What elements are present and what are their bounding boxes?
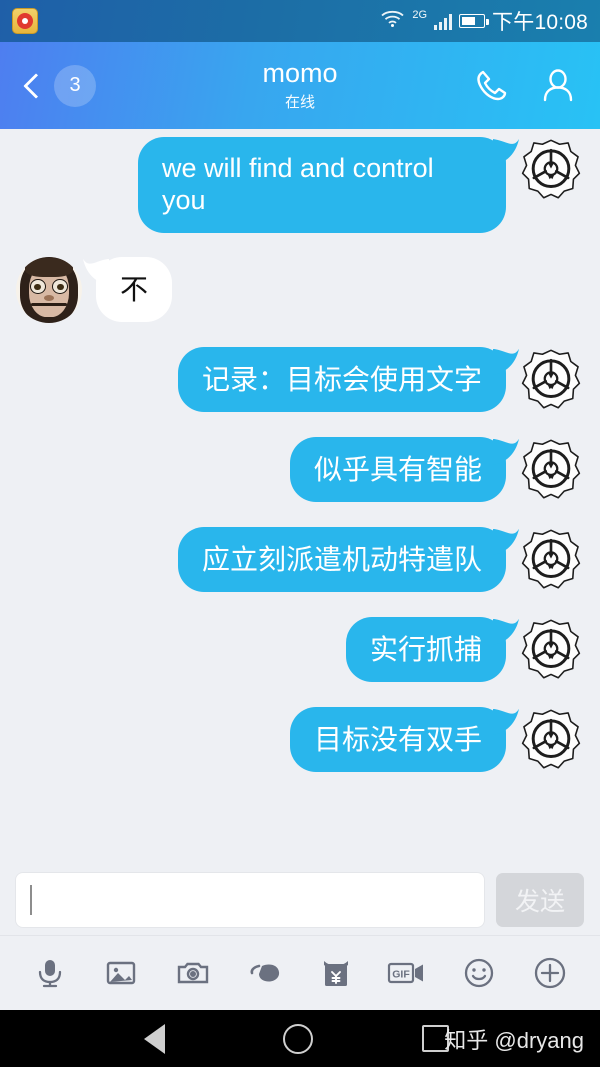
- status-bar-indicators: 2G 下午10:08: [380, 6, 588, 36]
- android-home-icon[interactable]: [283, 1023, 313, 1054]
- composer-bar: 发送: [0, 865, 600, 935]
- avatar-scp[interactable]: [518, 137, 584, 203]
- phone-icon[interactable]: [470, 64, 514, 108]
- message-bubble[interactable]: 应立刻派遣机动特遣队: [177, 526, 506, 592]
- battery-icon: [459, 14, 490, 28]
- chat-header: 3 momo 在线: [0, 42, 600, 129]
- avatar-scp[interactable]: [518, 616, 584, 683]
- message-row: 记录：目标会使用文字: [0, 346, 600, 413]
- message-row: 似乎具有智能: [0, 436, 600, 503]
- message-bubble[interactable]: 目标没有双手: [289, 706, 506, 772]
- microphone-icon[interactable]: [24, 947, 76, 999]
- avatar-scp[interactable]: [518, 706, 584, 773]
- scp-logo-icon: [521, 529, 581, 589]
- message-bubble[interactable]: we will find and control you: [138, 137, 506, 233]
- network-type-label: 2G: [412, 9, 428, 21]
- message-input[interactable]: [16, 873, 484, 927]
- status-bar-notifications: [12, 8, 38, 34]
- plus-icon[interactable]: [524, 947, 576, 999]
- image-icon[interactable]: [95, 947, 147, 999]
- momo-face-icon: [16, 256, 82, 323]
- contact-name: momo: [262, 58, 338, 89]
- svg-text:GIF: GIF: [392, 969, 410, 981]
- message-row: 应立刻派遣机动特遣队: [0, 526, 600, 593]
- wifi-icon: [380, 9, 405, 33]
- avatar-scp[interactable]: [518, 346, 584, 413]
- poke-hand-icon[interactable]: [238, 947, 290, 999]
- person-icon[interactable]: [536, 64, 580, 108]
- android-back-icon[interactable]: [144, 1023, 165, 1054]
- scp-logo-icon: [521, 349, 581, 409]
- header-actions: [470, 64, 580, 108]
- android-navigation-bar: 知乎 @dryang: [0, 1010, 600, 1067]
- message-bubble[interactable]: 记录：目标会使用文字: [177, 346, 506, 412]
- avatar-momo[interactable]: [16, 256, 82, 323]
- text-cursor: [30, 885, 32, 915]
- camera-icon[interactable]: [167, 947, 219, 999]
- avatar-scp[interactable]: [518, 436, 584, 503]
- message-bubble[interactable]: 似乎具有智能: [289, 436, 506, 502]
- scp-logo-icon: [521, 139, 581, 199]
- scp-logo-icon: [521, 439, 581, 499]
- attachment-toolbar: GIF: [0, 935, 600, 1010]
- message-bubble[interactable]: 实行抓捕: [345, 616, 506, 682]
- emoji-icon[interactable]: [453, 947, 505, 999]
- send-button[interactable]: 发送: [496, 873, 584, 927]
- gif-video-icon[interactable]: GIF: [381, 947, 433, 999]
- signal-bars-icon: [434, 13, 453, 30]
- contact-status: 在线: [284, 93, 315, 111]
- unread-count-badge[interactable]: 3: [54, 64, 96, 107]
- message-row: 实行抓捕: [0, 616, 600, 683]
- scp-logo-icon: [521, 709, 581, 769]
- red-envelope-icon[interactable]: [310, 947, 362, 999]
- avatar-scp[interactable]: [518, 526, 584, 593]
- message-bubble[interactable]: 不: [96, 256, 173, 322]
- watermark-label: 知乎 @dryang: [444, 1027, 584, 1053]
- status-bar: 2G 下午10:08: [0, 0, 600, 42]
- message-row: 目标没有双手: [0, 706, 600, 773]
- scp-logo-icon: [521, 619, 581, 679]
- weibo-icon: [12, 8, 38, 34]
- chevron-left-icon[interactable]: [20, 73, 46, 99]
- message-row: 不: [0, 256, 600, 323]
- message-row: we will find and control you: [0, 137, 600, 233]
- clock-label: 下午10:08: [492, 11, 588, 34]
- chat-screen: 2G 下午10:08 3 momo 在线 we will find and co…: [0, 0, 600, 1067]
- message-list[interactable]: we will find and control you 不记录：目标会使用文字…: [0, 129, 600, 865]
